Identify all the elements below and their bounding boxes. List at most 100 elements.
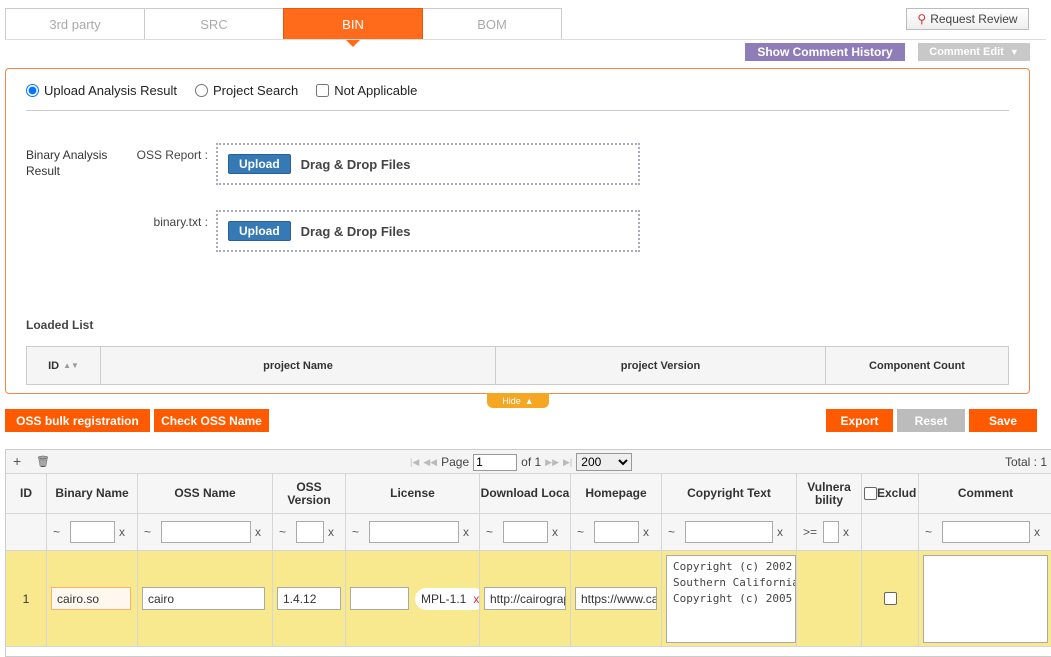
col-vulnerability[interactable]: Vulnera bility <box>797 474 862 513</box>
project-search-option[interactable]: Project Search <box>194 83 298 98</box>
binary-txt-upload-button[interactable]: Upload <box>228 221 291 241</box>
row-comment-cell <box>919 551 1051 646</box>
filter-oss-name-input[interactable] <box>161 521 252 543</box>
page-label: Page <box>441 455 470 469</box>
oss-report-dropzone[interactable]: Upload Drag & Drop Files <box>216 143 640 185</box>
filter-vulnerability-input[interactable] <box>823 521 840 543</box>
col-comment[interactable]: Comment <box>919 474 1051 513</box>
table-row[interactable]: 1 cairo.so cairo 1.4.12 MPL-1.1 x http:/… <box>6 551 1051 647</box>
filter-clear-icon[interactable]: x <box>328 525 334 539</box>
save-button[interactable]: Save <box>969 409 1037 432</box>
filter-comment-input[interactable] <box>942 521 1031 543</box>
last-page-icon[interactable]: ▶| <box>563 457 572 468</box>
row-binary-name-cell: cairo.so <box>47 551 138 646</box>
project-search-radio[interactable] <box>194 84 208 97</box>
caret-up-icon: ▲ <box>524 395 534 406</box>
upload-analysis-label: Upload Analysis Result <box>44 83 177 98</box>
add-row-icon[interactable]: + <box>13 453 21 469</box>
col-oss-version[interactable]: OSS Version <box>273 474 346 513</box>
col-exclude-label: Exclud <box>877 486 917 500</box>
col-license[interactable]: License <box>346 474 480 513</box>
exclude-all-checkbox[interactable] <box>864 487 877 500</box>
loaded-list-title: Loaded List <box>26 318 94 332</box>
prev-page-icon[interactable]: ◀◀ <box>423 457 437 468</box>
col-download-location[interactable]: Download Loca <box>480 474 571 513</box>
filter-clear-icon[interactable]: x <box>1034 525 1040 539</box>
filter-copyright-text-input[interactable] <box>685 521 774 543</box>
filter-clear-icon[interactable]: x <box>463 525 469 539</box>
license-chip-label: MPL-1.1 <box>421 591 467 606</box>
binary-txt-dropzone[interactable]: Upload Drag & Drop Files <box>216 210 640 252</box>
row-vulnerability-cell <box>797 551 862 646</box>
loaded-col-id[interactable]: ID ▲▼ <box>27 347 101 384</box>
filter-clear-icon[interactable]: x <box>255 525 261 539</box>
exclude-checkbox[interactable] <box>883 592 897 605</box>
col-oss-name[interactable]: OSS Name <box>138 474 273 513</box>
request-review-button[interactable]: ⚲ Request Review <box>906 8 1029 30</box>
pager: |◀ ◀◀ Page of 1 ▶▶ ▶| 200 <box>410 453 633 471</box>
download-location-input[interactable]: http://cairographics.org <box>484 587 566 610</box>
next-page-icon[interactable]: ▶▶ <box>545 457 559 468</box>
filter-tilde: ~ <box>925 525 933 539</box>
show-comment-history-button[interactable]: Show Comment History <box>745 43 905 61</box>
tab-bom[interactable]: BOM <box>422 8 562 40</box>
oss-grid: + 🗑 |◀ ◀◀ Page of 1 ▶▶ ▶| 200 Total : 1 … <box>5 449 1051 657</box>
oss-name-input[interactable]: cairo <box>142 587 265 610</box>
binary-name-input[interactable]: cairo.so <box>51 587 131 610</box>
sort-icon: ▲▼ <box>63 361 79 370</box>
filter-clear-icon[interactable]: x <box>843 525 849 539</box>
binary-txt-label: binary.txt : <box>153 215 208 229</box>
filter-oss-version-input[interactable] <box>296 521 325 543</box>
filter-clear-icon[interactable]: x <box>643 525 649 539</box>
copyright-textarea[interactable]: Copyright (c) 2002 Un Southern Californi… <box>666 554 796 643</box>
remove-license-icon[interactable]: x <box>473 592 479 606</box>
filter-homepage-input[interactable] <box>594 521 640 543</box>
tab-src[interactable]: SRC <box>144 8 284 40</box>
filter-clear-icon[interactable]: x <box>777 525 783 539</box>
filter-homepage: ~ x <box>571 514 662 550</box>
copyright-line: Southern California <box>673 575 796 589</box>
comment-textarea[interactable] <box>923 554 1048 643</box>
not-applicable-option[interactable]: Not Applicable <box>316 83 417 98</box>
tab-3rd-party[interactable]: 3rd party <box>5 8 145 40</box>
reset-button[interactable]: Reset <box>897 409 965 432</box>
page-size-select[interactable]: 200 <box>576 453 633 471</box>
col-binary-name[interactable]: Binary Name <box>47 474 138 513</box>
filter-tilde: ~ <box>352 525 360 539</box>
filter-license-input[interactable] <box>369 521 460 543</box>
filter-clear-icon[interactable]: x <box>119 525 125 539</box>
license-chip[interactable]: MPL-1.1 x <box>415 587 479 610</box>
tab-bin[interactable]: BIN <box>283 8 423 47</box>
oss-bulk-registration-button[interactable]: OSS bulk registration <box>5 409 150 432</box>
col-copyright-text[interactable]: Copyright Text <box>662 474 797 513</box>
filter-download-location-input[interactable] <box>503 521 549 543</box>
filter-binary-name-input[interactable] <box>70 521 116 543</box>
upload-analysis-option[interactable]: Upload Analysis Result <box>26 83 177 98</box>
filter-license: ~ x <box>346 514 480 550</box>
loaded-col-project-name[interactable]: project Name <box>101 347 496 384</box>
not-applicable-checkbox[interactable] <box>316 84 330 97</box>
magnifier-icon: ⚲ <box>917 12 927 26</box>
row-download-location-cell: http://cairographics.org <box>480 551 571 646</box>
loaded-col-project-version[interactable]: project Version <box>496 347 826 384</box>
analysis-panel: Upload Analysis Result Project Search No… <box>5 68 1030 394</box>
trash-icon[interactable]: 🗑 <box>36 455 50 468</box>
oss-version-input[interactable]: 1.4.12 <box>277 587 341 610</box>
comment-edit-button[interactable]: Comment Edit ▼ <box>918 43 1030 61</box>
hide-toggle[interactable]: Hide ▲ <box>487 393 549 408</box>
first-page-icon[interactable]: |◀ <box>410 457 419 468</box>
filter-clear-icon[interactable]: x <box>552 525 558 539</box>
page-input[interactable] <box>473 453 518 471</box>
oss-report-upload-button[interactable]: Upload <box>228 154 291 174</box>
check-oss-name-button[interactable]: Check OSS Name <box>154 409 269 432</box>
export-button[interactable]: Export <box>826 409 893 432</box>
loaded-col-component-count[interactable]: Component Count <box>826 347 1008 384</box>
col-exclude[interactable]: Exclud <box>862 474 919 513</box>
upload-analysis-radio[interactable] <box>26 84 39 97</box>
col-id[interactable]: ID <box>6 474 47 513</box>
license-input[interactable] <box>350 587 409 610</box>
col-homepage[interactable]: Homepage <box>571 474 662 513</box>
filter-tilde: ~ <box>53 525 61 539</box>
mode-options: Upload Analysis Result Project Search No… <box>26 83 435 98</box>
homepage-input[interactable]: https://www.cairographics.org <box>575 587 657 610</box>
